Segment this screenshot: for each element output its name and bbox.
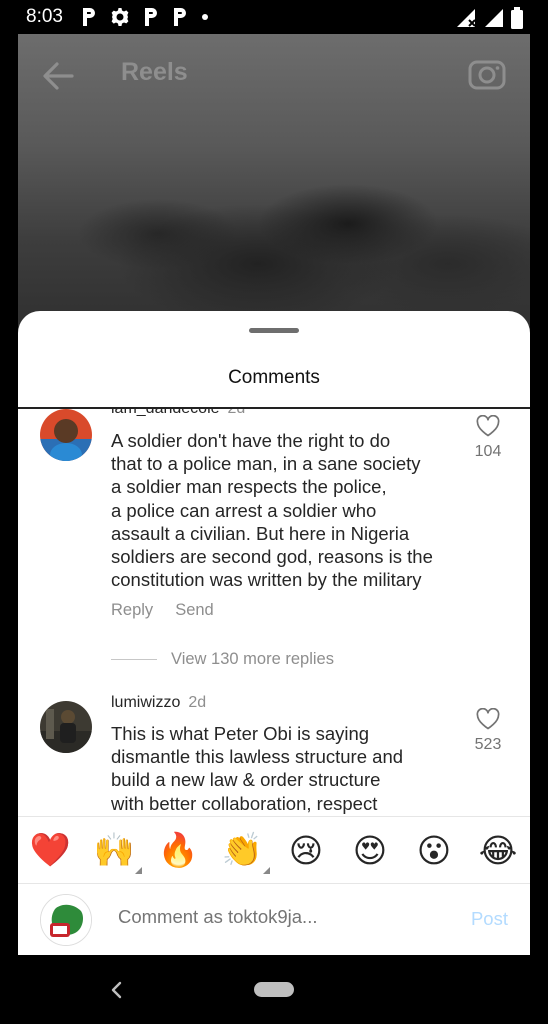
send-button[interactable]: Send [175,601,214,619]
comments-list[interactable]: iam_dandecole 2d A soldier don't have the… [18,409,530,816]
crying-face-emoji: 😢 [288,830,324,870]
avatar[interactable] [40,701,92,753]
comment-input[interactable] [118,906,438,928]
reels-title: Reels [121,58,188,86]
heart-outline-icon [476,707,500,730]
comment-username[interactable]: lumiwizzo 2d [111,694,206,712]
username-text[interactable]: iam_dandecole [111,409,220,417]
comment-age: 2d [188,694,207,711]
camera-button[interactable] [468,56,506,92]
replies-line [111,659,157,660]
status-time: 8:03 [26,6,63,27]
battery-icon [510,7,524,34]
emoji-crying-face-button[interactable]: 😢 [274,816,338,884]
comment-age: 2d [228,409,246,417]
my-avatar [40,894,92,946]
emoji-clapping-hands-button[interactable]: 👏 [210,816,274,884]
emoji-raising-hands-button[interactable]: 🙌 [82,816,146,884]
status-right-icons [456,7,524,34]
red-heart-emoji: ❤️ [29,830,71,869]
variant-indicator-icon [135,867,142,874]
arrow-left-icon [43,62,74,90]
like-count: 104 [474,443,502,460]
heart-eyes-emoji: 😍 [352,830,388,870]
comment-input-row: Post [18,884,530,955]
back-button[interactable] [40,58,76,94]
reels-video-background: Reels [18,34,530,354]
emoji-fire-button[interactable]: 🔥 [146,816,210,884]
variant-indicator-icon [263,867,270,874]
surprised-face-emoji: 😮 [416,830,452,870]
system-nav-bar [0,955,548,1024]
reply-button[interactable]: Reply [111,601,153,619]
nav-back-button[interactable] [108,979,126,1001]
emoji-red-heart-button[interactable]: ❤️ [18,816,82,884]
gear-icon [110,7,130,27]
status-bar: 8:03 [0,0,548,34]
emoji-reaction-bar: ❤️ 🙌 🔥 👏 😢 😍 😮 😂 [18,816,530,884]
raising-hands-emoji: 🙌 [93,830,135,869]
like-button[interactable]: 523 [466,707,510,754]
comment-text: This is what Peter Obi is saying dismant… [111,723,404,814]
like-button[interactable]: 104 [466,414,510,461]
post-button[interactable]: Post [471,908,508,930]
signal-icon [484,8,504,33]
back-triangle-icon [111,981,122,999]
dot-icon [201,13,209,21]
heart-outline-icon [476,414,500,437]
p-notification-icon [81,7,97,27]
p-notification-icon [172,7,188,27]
fire-emoji: 🔥 [157,830,199,869]
view-replies-button[interactable]: View 130 more replies [111,650,334,669]
emoji-surprised-face-button[interactable]: 😮 [402,816,466,884]
comment-username[interactable]: iam_dandecole 2d [111,409,245,418]
p-notification-icon [143,7,159,27]
emoji-heart-eyes-button[interactable]: 😍 [338,816,402,884]
like-count: 523 [474,736,502,753]
view-replies-label[interactable]: View 130 more replies [171,650,334,669]
username-text[interactable]: lumiwizzo [111,694,180,711]
clapping-hands-emoji: 👏 [221,830,263,869]
comment-text: A soldier don't have the right to do tha… [111,430,433,591]
sheet-title: Comments [228,367,320,388]
tears-of-joy-emoji: 😂 [478,830,518,870]
avatar[interactable] [40,409,92,461]
signal-x-icon [456,8,478,33]
emoji-tears-of-joy-button[interactable]: 😂 [466,816,530,884]
home-pill-icon[interactable] [254,982,294,997]
reels-header: Reels [18,34,530,114]
comments-sheet: Comments iam_dandecole 2d A soldier don't… [18,311,530,955]
comment-actions: Reply Send [111,601,236,620]
camera-icon [468,60,506,90]
drag-handle[interactable] [249,328,299,333]
